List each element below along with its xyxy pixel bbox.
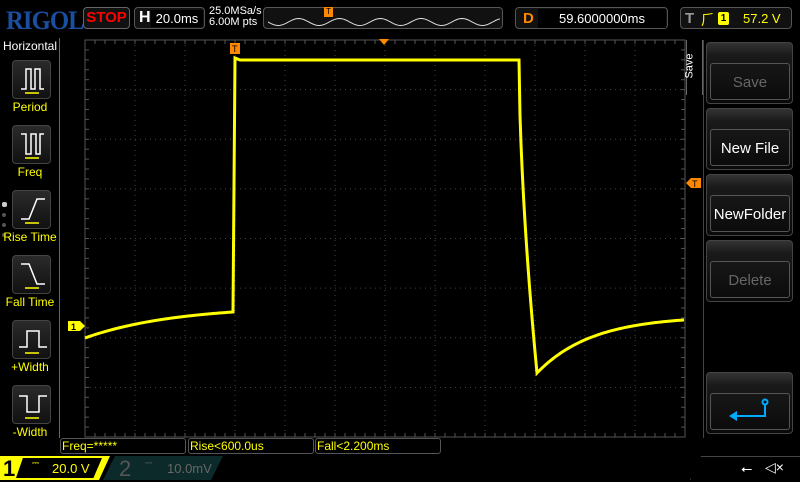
- trigger-time-label: T: [232, 44, 238, 54]
- new-file-label: New File: [710, 129, 790, 166]
- trigger-level-label: T: [692, 179, 698, 189]
- measurement-rise-time[interactable]: Rise<600.0us: [188, 438, 314, 454]
- return-arrow-icon: [710, 393, 790, 430]
- usb-icon[interactable]: ⭠: [741, 460, 752, 477]
- save-button[interactable]: Save: [706, 42, 793, 104]
- channel-2-scale: 10.0mV: [167, 461, 212, 476]
- channel-1-number: 1: [3, 456, 16, 481]
- save-label: Save: [710, 63, 790, 100]
- save-menu-tab: Save: [683, 40, 703, 95]
- horizontal-center-marker: [379, 39, 389, 45]
- new-file-button[interactable]: New File: [706, 108, 793, 170]
- channel-2-tab[interactable]: 2 ⎓ 10.0mV: [103, 456, 223, 480]
- waveform-display[interactable]: 1 T T: [0, 0, 800, 480]
- save-menu-title: Save: [683, 53, 696, 79]
- measurement-fall-time[interactable]: Fall<2.200ms: [315, 438, 441, 454]
- dc-coupling-icon: ⎓: [145, 458, 153, 468]
- delete-button[interactable]: Delete: [706, 240, 793, 302]
- channel-2-number: 2: [119, 456, 132, 481]
- speaker-muted-icon[interactable]: ◁×: [765, 459, 784, 476]
- new-folder-label: NewFolder: [710, 195, 790, 232]
- channel-1-settings[interactable]: ⎓ 20.0 V: [16, 458, 102, 478]
- save-menu: Save New File NewFolder Delete: [703, 40, 796, 438]
- status-bar: ⭠ ◁×: [690, 456, 800, 480]
- delete-label: Delete: [710, 261, 790, 298]
- new-folder-button[interactable]: NewFolder: [706, 174, 793, 236]
- back-button[interactable]: [706, 372, 793, 434]
- channel-1-scale: 20.0 V: [52, 461, 90, 476]
- channel-1-marker-label: 1: [71, 322, 76, 332]
- dc-coupling-icon: ⎓: [32, 458, 40, 468]
- measurement-frequency[interactable]: Freq=*****: [60, 438, 186, 454]
